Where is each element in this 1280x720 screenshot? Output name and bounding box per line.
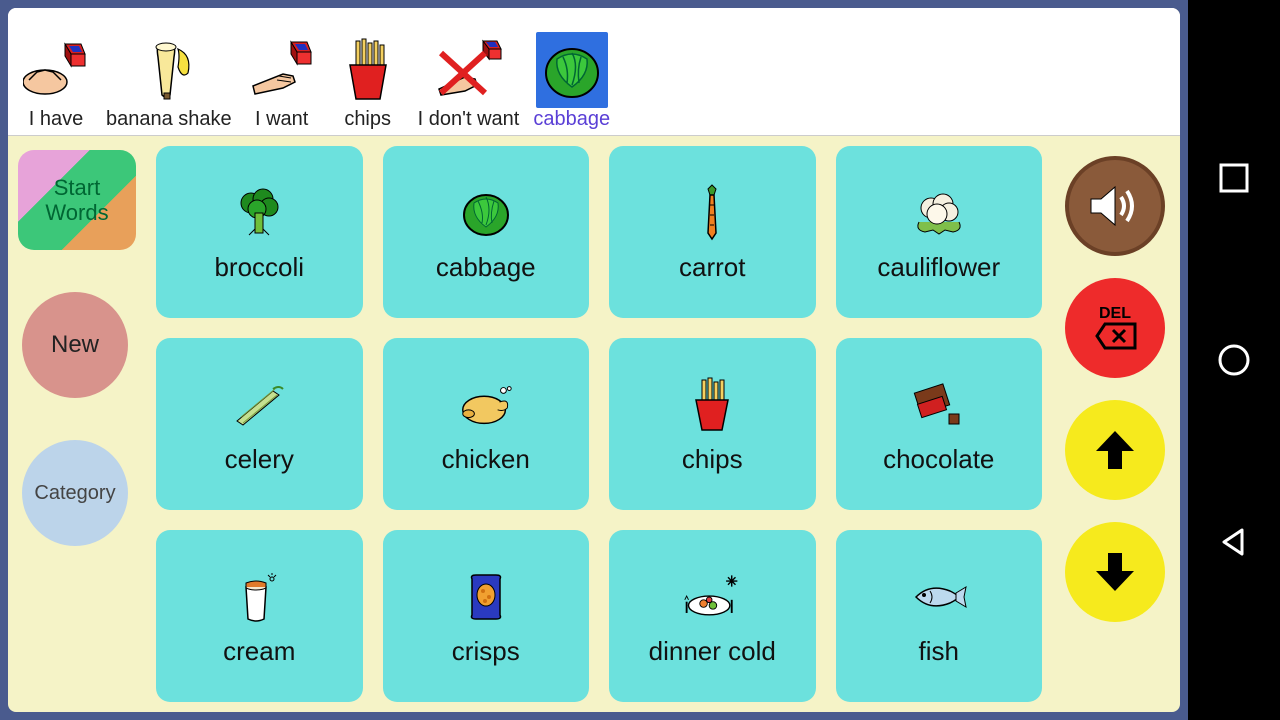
hand-cube-icon bbox=[20, 32, 92, 108]
tile-dinner-cold[interactable]: dinner cold bbox=[609, 530, 816, 702]
android-nav-bar bbox=[1188, 0, 1280, 720]
speaker-icon bbox=[1085, 179, 1145, 233]
tile-label: fish bbox=[919, 636, 959, 667]
carrot-icon bbox=[681, 182, 743, 244]
app-root: I have banana shake bbox=[8, 8, 1180, 712]
tile-celery[interactable]: celery bbox=[156, 338, 363, 510]
tile-label: chocolate bbox=[883, 444, 994, 475]
cauliflower-icon bbox=[908, 182, 970, 244]
tile-fish[interactable]: fish bbox=[836, 530, 1043, 702]
triangle-back-icon bbox=[1216, 524, 1252, 560]
category-label: Category bbox=[34, 482, 115, 505]
chocolate-icon bbox=[908, 374, 970, 436]
tile-label: cabbage bbox=[436, 252, 536, 283]
tile-chicken[interactable]: chicken bbox=[383, 338, 590, 510]
tile-carrot[interactable]: carrot bbox=[609, 146, 816, 318]
speak-button[interactable] bbox=[1065, 156, 1165, 256]
circle-icon bbox=[1216, 342, 1252, 378]
delete-button[interactable]: DEL bbox=[1065, 278, 1165, 378]
sentence-label: banana shake bbox=[106, 108, 232, 133]
chicken-icon bbox=[455, 374, 517, 436]
nav-back-button[interactable] bbox=[1213, 521, 1255, 563]
square-icon bbox=[1217, 161, 1251, 195]
sentence-item-i-dont-want[interactable]: I don't want bbox=[418, 32, 520, 133]
new-button[interactable]: New bbox=[22, 292, 128, 398]
nav-recent-button[interactable] bbox=[1213, 157, 1255, 199]
sentence-label: chips bbox=[344, 108, 391, 133]
tile-label: cream bbox=[223, 636, 295, 667]
chips-icon bbox=[332, 32, 404, 108]
svg-text:DEL: DEL bbox=[1099, 305, 1131, 322]
sentence-label: I want bbox=[255, 108, 308, 133]
cabbage-icon bbox=[536, 32, 608, 108]
category-button[interactable]: Category bbox=[22, 440, 128, 546]
broccoli-icon bbox=[228, 182, 290, 244]
hand-want-cube-icon bbox=[246, 32, 318, 108]
sentence-item-chips[interactable]: chips bbox=[332, 32, 404, 133]
hand-x-cube-icon bbox=[433, 32, 505, 108]
scroll-down-button[interactable] bbox=[1065, 522, 1165, 622]
tile-chips[interactable]: chips bbox=[609, 338, 816, 510]
scroll-up-button[interactable] bbox=[1065, 400, 1165, 500]
tile-cauliflower[interactable]: cauliflower bbox=[836, 146, 1043, 318]
cabbage-icon bbox=[455, 182, 517, 244]
backspace-icon: DEL bbox=[1083, 300, 1147, 356]
fish-icon bbox=[908, 566, 970, 628]
device-frame: I have banana shake bbox=[0, 0, 1188, 720]
start-words-label: StartWords bbox=[45, 175, 108, 226]
arrow-down-icon bbox=[1088, 545, 1142, 599]
celery-icon bbox=[228, 374, 290, 436]
tile-label: crisps bbox=[452, 636, 520, 667]
tile-label: celery bbox=[225, 444, 294, 475]
sentence-item-cabbage[interactable]: cabbage bbox=[533, 32, 610, 133]
tile-label: chicken bbox=[442, 444, 530, 475]
cream-icon bbox=[228, 566, 290, 628]
tile-crisps[interactable]: crisps bbox=[383, 530, 590, 702]
new-label: New bbox=[51, 331, 99, 359]
tile-cabbage[interactable]: cabbage bbox=[383, 146, 590, 318]
tile-label: chips bbox=[682, 444, 743, 475]
sentence-item-i-want[interactable]: I want bbox=[246, 32, 318, 133]
sentence-label: I don't want bbox=[418, 108, 520, 133]
tile-label: broccoli bbox=[214, 252, 304, 283]
tile-label: carrot bbox=[679, 252, 745, 283]
sentence-label: I have bbox=[29, 108, 83, 133]
sentence-item-banana-shake[interactable]: banana shake bbox=[106, 32, 232, 133]
tile-broccoli[interactable]: broccoli bbox=[156, 146, 363, 318]
start-words-button[interactable]: StartWords bbox=[18, 150, 136, 250]
word-grid: broccoli cabbage bbox=[152, 146, 1046, 702]
left-column: StartWords New Category bbox=[18, 146, 142, 702]
chips-icon bbox=[681, 374, 743, 436]
banana-shake-icon bbox=[133, 32, 205, 108]
tile-chocolate[interactable]: chocolate bbox=[836, 338, 1043, 510]
tile-label: dinner cold bbox=[649, 636, 776, 667]
dinner-cold-icon bbox=[681, 566, 743, 628]
sentence-item-i-have[interactable]: I have bbox=[20, 32, 92, 133]
tile-label: cauliflower bbox=[877, 252, 1000, 283]
main-area: StartWords New Category bbox=[8, 136, 1180, 712]
crisps-icon bbox=[455, 566, 517, 628]
right-column: DEL bbox=[1056, 146, 1174, 702]
nav-home-button[interactable] bbox=[1213, 339, 1255, 381]
sentence-bar[interactable]: I have banana shake bbox=[8, 8, 1180, 136]
tile-cream[interactable]: cream bbox=[156, 530, 363, 702]
sentence-label: cabbage bbox=[533, 108, 610, 133]
arrow-up-icon bbox=[1088, 423, 1142, 477]
